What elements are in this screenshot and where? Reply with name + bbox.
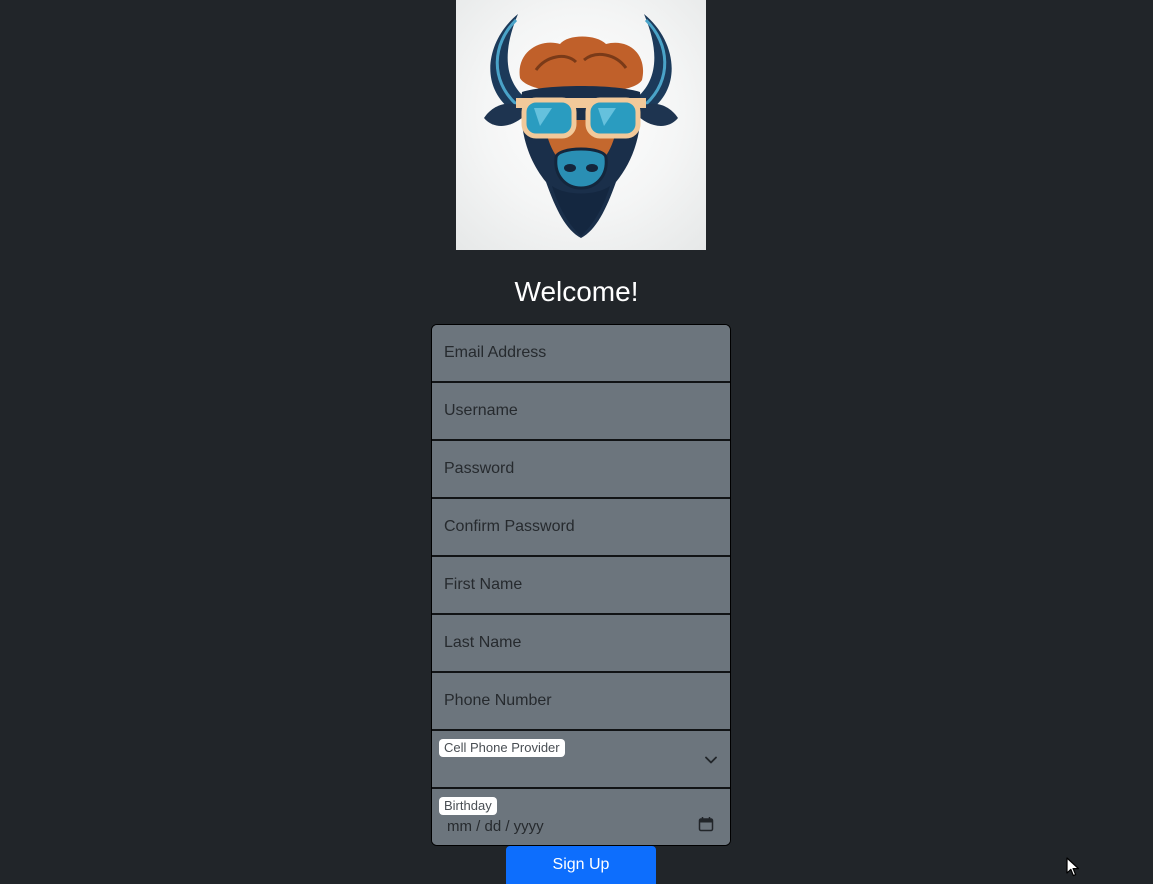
cell-provider-select[interactable]: Cell Phone Provider [432,731,730,789]
birthday-date-input[interactable]: Birthday mm / dd / yyyy [432,789,730,845]
password-field-wrapper [432,441,730,499]
birthday-label: Birthday [439,797,497,815]
email-field-wrapper [432,325,730,383]
first-name-field-wrapper [432,557,730,615]
last-name-input[interactable] [432,615,730,671]
last-name-field-wrapper [432,615,730,673]
bison-logo-graphic [484,14,678,238]
username-field-wrapper [432,383,730,441]
phone-field-wrapper [432,673,730,731]
sign-up-button[interactable]: Sign Up [506,846,656,884]
signup-page: Welcome! Cell Phone Provider [0,0,1153,884]
birthday-value: mm / dd / yyyy [447,818,544,835]
password-input[interactable] [432,441,730,497]
welcome-heading: Welcome! [514,276,639,307]
signup-form: Cell Phone Provider Birthday mm / dd / y… [431,324,731,846]
email-input[interactable] [432,325,730,381]
confirm-password-field-wrapper [432,499,730,557]
cell-provider-label: Cell Phone Provider [439,739,565,757]
calendar-icon[interactable] [698,816,714,832]
first-name-input[interactable] [432,557,730,613]
mouse-pointer-icon [1066,857,1079,877]
username-input[interactable] [432,383,730,439]
phone-input[interactable] [432,673,730,729]
bison-logo [456,0,706,250]
chevron-down-icon [705,756,717,764]
confirm-password-input[interactable] [432,499,730,555]
